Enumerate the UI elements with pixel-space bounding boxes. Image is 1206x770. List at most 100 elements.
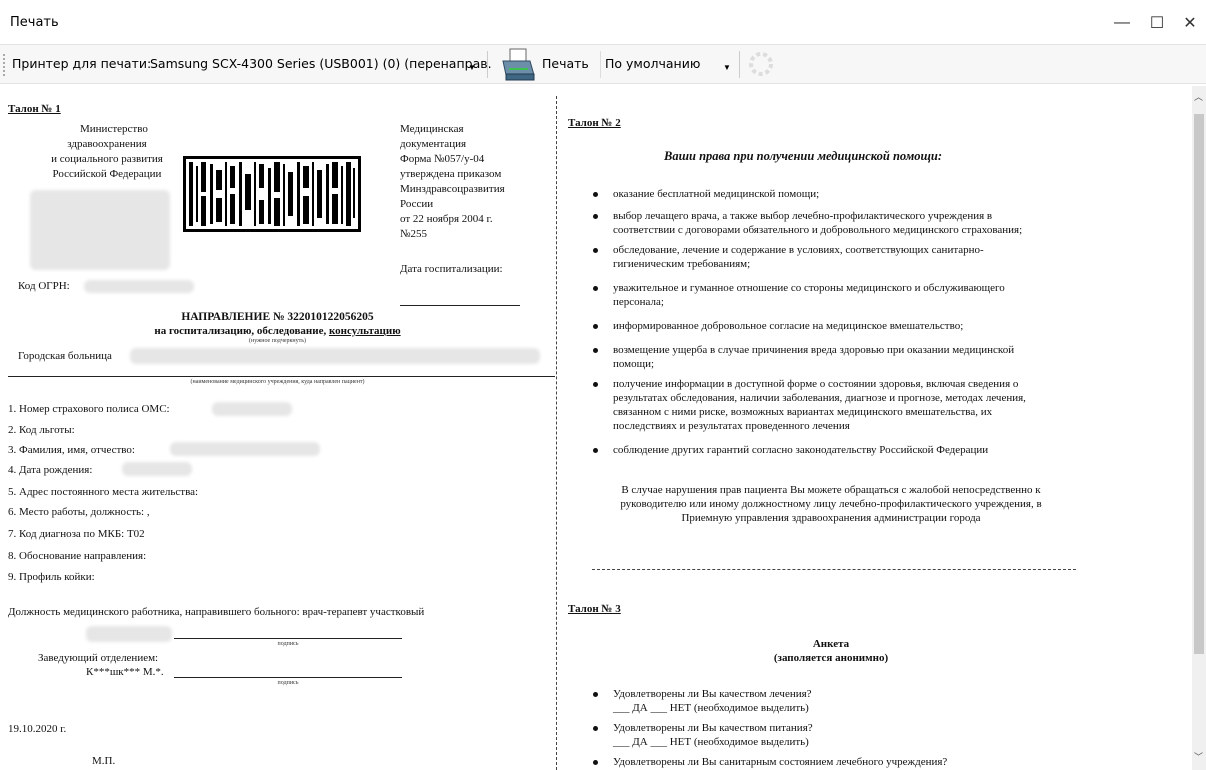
survey-title: Анкета [812,638,850,650]
barcode [183,156,361,232]
document-date: 19.10.2020 г. [8,723,67,735]
bullet-icon [593,726,598,731]
bullet-icon [593,448,598,453]
survey-question: Удовлетворены ли Вы качеством лечения? [613,688,812,700]
direction-consultation: консультацию [328,325,401,337]
form-item: 5. Адрес постоянного места жительства: [8,486,199,498]
chevron-down-icon: ▼ [468,63,476,72]
right-item: связанном с ними риске, возможных вариан… [613,406,993,418]
vertical-scrollbar[interactable]: ︿ ﹀ [1192,86,1206,770]
minimize-button[interactable]: — [1104,8,1140,38]
print-preview-page: Талон № 1 Министерство здравоохранения и… [0,86,1192,770]
chevron-up-icon[interactable]: ︿ [1194,90,1203,103]
bullet-icon [593,760,598,765]
signature-note: подпись [277,641,299,647]
survey-question: Удовлетворены ли Вы санитарным состояние… [613,756,948,768]
survey-question: Удовлетворены ли Вы качеством питания? [613,722,813,734]
complaint-line: Приемную управления здравоохранения адми… [681,512,981,524]
bullet-icon [593,348,598,353]
hospitalization-date-line [400,305,520,306]
print-button-label: Печать [542,56,589,71]
redacted-stamp [30,190,170,270]
close-icon: ✕ [1183,15,1197,32]
redacted-field [212,402,292,416]
complaint-line: руководителю или иному должностному лицу… [620,498,1042,510]
talon-separator [592,569,1076,570]
direction-subtitle: на госпитализацию, обследование, консуль… [0,324,555,338]
right-item: соответствии с договорами обязательного … [613,224,1023,236]
doc-line: документация [400,138,467,150]
form-item: 7. Код диагноза по МКБ: T02 [8,528,145,540]
window-title: Печать [10,15,59,30]
doc-line: Медицинская [400,123,464,135]
bullet-icon [593,382,598,387]
talon-2-heading: Талон № 2 [568,117,621,129]
form-item: 8. Обоснование направления: [8,550,147,562]
bullet-icon [593,192,598,197]
toolbar: Принтер для печати: Samsung SCX-4300 Ser… [0,44,1206,84]
print-button[interactable]: Печать [500,47,592,83]
printer-icon [502,48,535,81]
direction-subtitle-text: на госпитализацию, обследование, [154,325,329,337]
hospital-label: Городская больница [18,350,112,362]
head-of-department-label: Заведующий отделением: [38,652,159,664]
redacted-field [122,462,192,476]
printer-select[interactable]: Samsung SCX-4300 Series (USB001) (0) (пе… [146,51,492,78]
form-item: 2. Код льготы: [8,424,75,436]
mode-select[interactable]: По умолчанию ▼ [600,51,740,78]
close-button[interactable]: ✕ [1172,8,1206,38]
form-item: 3. Фамилия, имя, отчество: [8,444,135,456]
redacted-signature [86,626,172,642]
maximize-icon: ☐ [1149,15,1165,32]
bullet-icon [593,324,598,329]
institution-note-small: (наименование медицинского учреждения, к… [190,379,365,385]
signature-line [174,638,402,639]
right-item: последствиях и результатах проведенного … [613,420,850,432]
chevron-down-icon: ▼ [723,63,731,72]
complaint-line: В случае нарушения прав пациента Вы може… [621,484,1041,496]
direction-title: НАПРАВЛЕНИЕ № 322010122056205 [181,311,374,323]
right-item: уважительное и гуманное отношение со сто… [613,282,1005,294]
printer-label: Принтер для печати: [12,56,152,71]
right-item: гигиеническим требованиям; [613,258,751,270]
talon-1-heading: Талон № 1 [8,103,61,115]
doc-line: утверждена приказом [400,168,502,180]
hospitalization-date-label: Дата госпитализации: [400,263,503,275]
right-item: помощи; [613,358,655,370]
ogrn-label: Код ОГРН: [18,280,70,292]
form-item: 4. Дата рождения: [8,464,93,476]
right-item: оказание бесплатной медицинской помощи; [613,188,820,200]
talon-divider [556,96,557,770]
right-item: результатах обследования, наличии заболе… [613,392,1026,404]
signature-line [174,677,402,678]
form-item: 9. Профиль койки: [8,571,95,583]
scrollbar-thumb[interactable] [1194,114,1204,654]
toolbar-grip[interactable] [3,54,5,76]
redacted-hospital [130,348,540,364]
head-of-department-name: К***шк*** М.*. [86,666,164,678]
ministry-line: Российской Федерации [52,168,162,180]
doc-line: России [400,198,434,210]
minimize-icon: — [1114,14,1130,31]
mode-select-value: По умолчанию [605,56,701,71]
ministry-line: здравоохранения [67,138,147,150]
bullet-icon [593,692,598,697]
loading-spinner-icon [749,52,773,76]
right-item: соблюдение других гарантий согласно зако… [613,444,989,456]
right-item: обследование, лечение и содержание в усл… [613,244,984,256]
redacted-ogrn [84,280,194,293]
right-item: информированное добровольное согласие на… [613,320,964,332]
referrer-position: Должность медицинского работника, направ… [8,606,425,618]
divider [8,376,555,377]
survey-answer: ___ ДА ___ НЕТ (необходимое выделить) [613,736,809,748]
maximize-button[interactable]: ☐ [1139,8,1175,38]
talon-3-heading: Талон № 3 [568,603,621,615]
chevron-down-icon[interactable]: ﹀ [1194,750,1203,763]
right-item: персонала; [613,296,664,308]
printer-select-value: Samsung SCX-4300 Series (USB001) (0) (пе… [150,56,492,71]
form-item: 6. Место работы, должность: , [8,506,150,518]
right-item: получение информации в доступной форме о… [613,378,1019,390]
rights-title: Ваши права при получении медицинской пом… [664,149,943,163]
doc-line: Минздравсоцразвития [400,183,505,195]
bullet-icon [593,214,598,219]
